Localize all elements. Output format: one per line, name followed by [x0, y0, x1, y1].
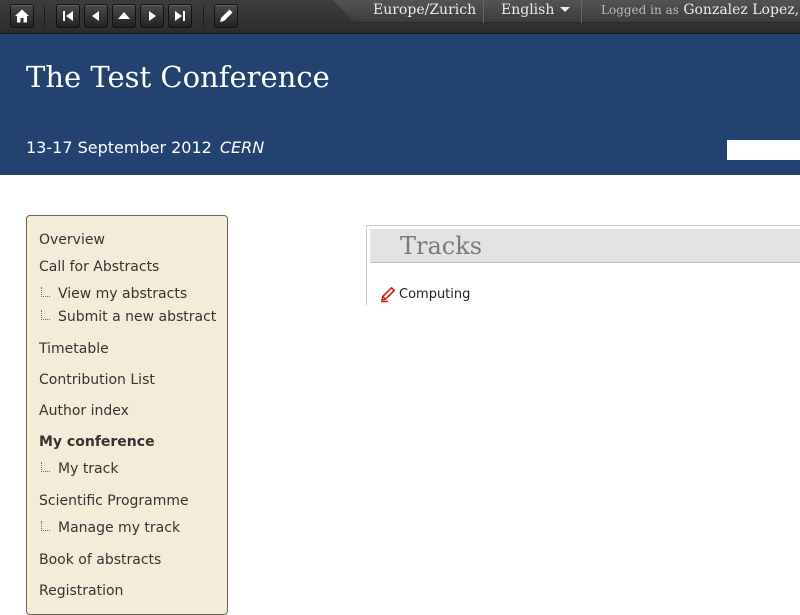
last-button[interactable]: [168, 4, 192, 28]
user-menu[interactable]: Logged in as Gonzalez Lopez, J.: [601, 0, 800, 23]
menu-item-label: Author index: [39, 403, 129, 419]
menu-item-label: Registration: [39, 583, 124, 599]
menu-item-label: Contribution List: [39, 372, 155, 388]
menu-item-label: Timetable: [39, 341, 109, 357]
tree-branch-icon: [41, 462, 50, 472]
tree-branch-icon: [41, 287, 50, 297]
toolbar-divider: [203, 6, 204, 26]
menu-item-label: My track: [58, 461, 119, 477]
logged-in-label: Logged in as: [601, 3, 679, 17]
conference-venue: CERN: [219, 138, 265, 157]
tracks-panel: Tracks Computing: [366, 225, 800, 305]
menu-subitem-view-my-abstracts[interactable]: View my abstracts: [27, 284, 227, 307]
menu-item-label: Scientific Programme: [39, 493, 189, 509]
edit-pencil-icon[interactable]: [379, 285, 397, 303]
menu-item-contribution-list[interactable]: Contribution List: [27, 370, 227, 401]
conference-title[interactable]: The Test Conference: [26, 60, 330, 94]
conference-menu: Overview Call for Abstracts View my abst…: [26, 215, 228, 615]
session-divider: [483, 0, 484, 23]
menu-item-my-conference[interactable]: My conference: [27, 432, 227, 459]
next-icon: [149, 11, 156, 21]
search-input[interactable]: [727, 140, 800, 160]
user-name: Gonzalez Lopez, J.: [683, 2, 800, 18]
menu-item-label: Call for Abstracts: [39, 259, 160, 275]
last-icon: [175, 11, 185, 21]
language-selector[interactable]: English: [501, 0, 571, 23]
menu-item-author-index[interactable]: Author index: [27, 401, 227, 432]
menu-subitem-submit-abstract[interactable]: Submit a new abstract: [27, 307, 227, 339]
edit-button[interactable]: [214, 4, 238, 28]
page-title: Tracks: [400, 232, 483, 260]
language-label: English: [501, 2, 555, 18]
menu-item-timetable[interactable]: Timetable: [27, 339, 227, 370]
up-button[interactable]: [112, 4, 136, 28]
session-divider: [581, 0, 582, 23]
menu-item-label: Overview: [39, 232, 105, 248]
top-toolbar: Europe/Zurich English Logged in as Gonza…: [0, 0, 800, 34]
home-button[interactable]: [10, 4, 34, 28]
track-label[interactable]: Computing: [399, 287, 470, 302]
chevron-down-icon: [560, 7, 571, 12]
session-bar: Europe/Zurich English Logged in as Gonza…: [333, 0, 800, 23]
conference-header: The Test Conference 13-17 September 2012…: [0, 34, 800, 175]
menu-subitem-manage-my-track[interactable]: Manage my track: [27, 518, 227, 550]
menu-subitem-my-track[interactable]: My track: [27, 459, 227, 491]
menu-item-registration[interactable]: Registration: [27, 581, 227, 612]
menu-item-call-for-abstracts[interactable]: Call for Abstracts: [27, 257, 227, 284]
toolbar-divider: [44, 6, 45, 26]
menu-item-label: Manage my track: [58, 520, 181, 536]
menu-item-scientific-programme[interactable]: Scientific Programme: [27, 491, 227, 518]
panel-header: Tracks: [370, 229, 800, 263]
menu-item-label: My conference: [39, 434, 155, 450]
next-button[interactable]: [140, 4, 164, 28]
up-icon: [118, 12, 130, 19]
conference-dates: 13-17 September 2012 CERN: [26, 138, 264, 157]
tree-branch-icon: [41, 310, 50, 320]
timezone-selector[interactable]: Europe/Zurich: [373, 0, 476, 23]
first-icon: [63, 11, 73, 21]
track-item[interactable]: Computing: [379, 284, 470, 304]
menu-item-label: Submit a new abstract: [58, 309, 217, 325]
first-button[interactable]: [56, 4, 80, 28]
edit-icon: [220, 9, 233, 22]
home-icon: [15, 9, 29, 23]
previous-icon: [92, 11, 99, 21]
menu-item-overview[interactable]: Overview: [27, 230, 227, 257]
menu-item-book-of-abstracts[interactable]: Book of abstracts: [27, 550, 227, 581]
menu-item-label: View my abstracts: [58, 286, 188, 302]
conference-date: 13-17 September 2012: [26, 138, 212, 157]
tree-branch-icon: [41, 521, 50, 531]
menu-item-label: Book of abstracts: [39, 552, 162, 568]
previous-button[interactable]: [84, 4, 108, 28]
